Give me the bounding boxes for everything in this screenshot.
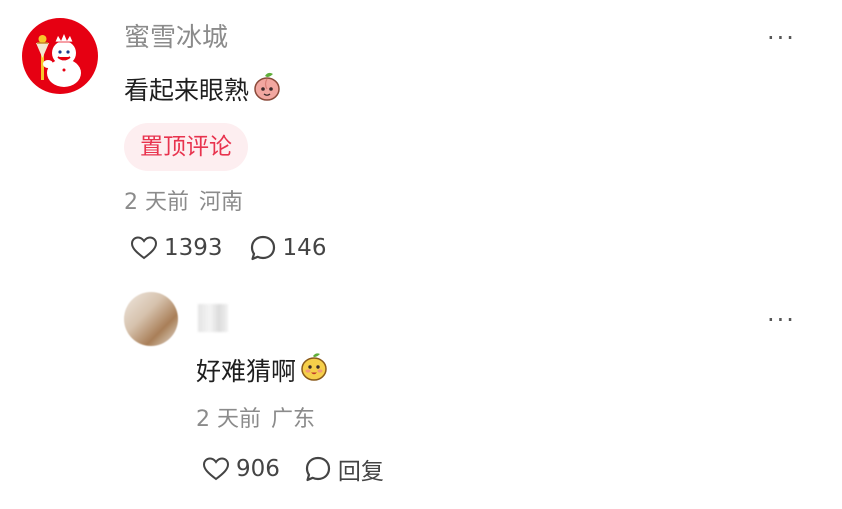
heart-icon — [202, 457, 230, 481]
lemon-emoji-icon — [298, 351, 330, 393]
avatar[interactable] — [22, 18, 98, 94]
like-count: 1393 — [164, 235, 223, 261]
reply-actions: 906 回复 — [202, 452, 384, 486]
reply-label: 回复 — [337, 459, 384, 485]
reply-meta: 2 天前 广东 — [196, 404, 315, 436]
reply-like-count: 906 — [236, 456, 280, 482]
comment-bubble-icon — [305, 456, 331, 482]
comment-time: 2 天前 — [124, 190, 189, 215]
snowman-logo-icon — [36, 31, 81, 87]
reply-avatar[interactable] — [124, 292, 178, 346]
reply-body: 好难猜啊 — [196, 351, 330, 393]
comment-location: 河南 — [199, 190, 244, 215]
comment-text: 看起来眼熟 — [124, 76, 250, 105]
reply-time: 2 天前 — [196, 407, 261, 432]
peach-emoji-icon — [251, 70, 283, 112]
pinned-comment-badge: 置顶评论 — [124, 123, 248, 171]
reply-count: 146 — [282, 235, 327, 261]
comment-body: 看起来眼熟 — [124, 70, 283, 112]
reply-username-blurred[interactable] — [198, 304, 228, 332]
reply-location: 广东 — [271, 407, 316, 432]
username[interactable]: 蜜雪冰城 — [124, 20, 228, 56]
comment-actions: 1393 146 — [130, 234, 326, 262]
reply-count-button[interactable]: 146 — [249, 234, 327, 262]
reply-text: 好难猜啊 — [196, 357, 297, 386]
reply-more-options-icon[interactable]: ··· — [767, 308, 796, 332]
comment-bubble-icon — [250, 235, 275, 261]
reply-like-button[interactable]: 906 — [202, 456, 280, 482]
heart-icon — [130, 236, 158, 260]
reply-button[interactable]: 回复 — [304, 452, 384, 486]
more-options-icon[interactable]: ··· — [767, 26, 796, 50]
like-button[interactable]: 1393 — [130, 235, 223, 261]
comment-meta: 2 天前 河南 — [124, 187, 243, 219]
